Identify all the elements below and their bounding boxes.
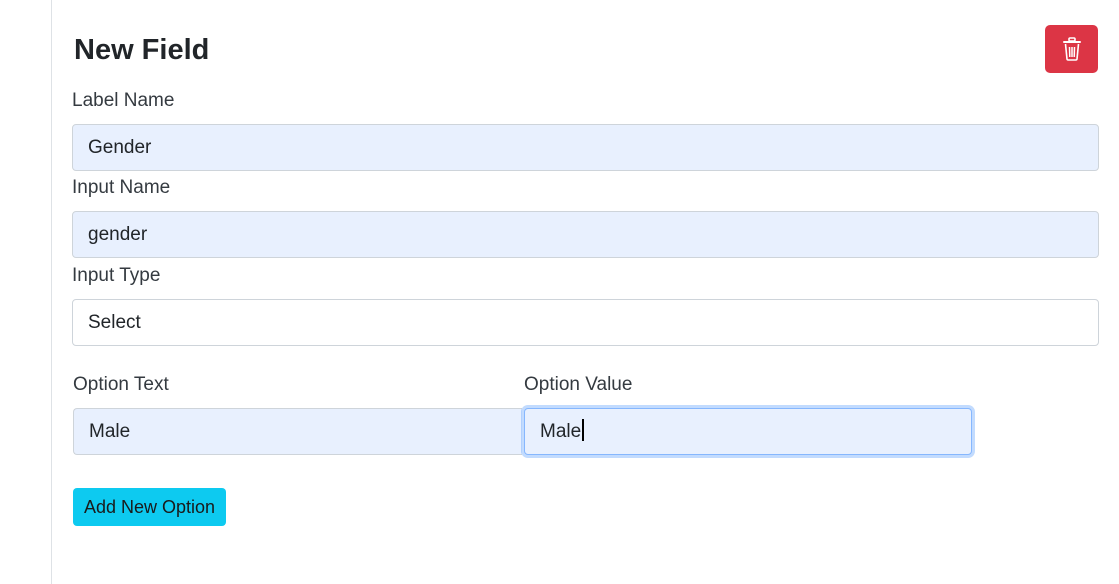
- input-type-label: Input Type: [72, 265, 161, 286]
- delete-field-button[interactable]: [1045, 25, 1098, 73]
- input-name-input[interactable]: gender: [72, 211, 1099, 258]
- card-title: New Field: [74, 34, 210, 66]
- option-text-value: Male: [89, 421, 131, 442]
- new-field-card: New Field Label Name Gender Input Name g…: [52, 0, 1119, 584]
- input-name-label: Input Name: [72, 177, 171, 198]
- label-name-input[interactable]: Gender: [72, 124, 1099, 171]
- text-cursor: [582, 419, 584, 442]
- add-new-option-button[interactable]: Add New Option: [73, 488, 226, 526]
- option-value-input[interactable]: Male: [524, 408, 972, 455]
- input-type-select[interactable]: Select: [72, 299, 1099, 346]
- input-name-value: gender: [88, 224, 148, 245]
- option-value-label: Option Value: [524, 374, 633, 395]
- input-type-value: Select: [88, 312, 141, 333]
- trash-icon: [1061, 37, 1083, 61]
- option-text-input[interactable]: Male: [73, 408, 522, 455]
- left-sidebar-divider: [0, 0, 52, 584]
- option-text-label: Option Text: [73, 374, 169, 395]
- option-value-value: Male: [540, 421, 582, 442]
- label-name-value: Gender: [88, 137, 152, 158]
- label-name-label: Label Name: [72, 90, 175, 111]
